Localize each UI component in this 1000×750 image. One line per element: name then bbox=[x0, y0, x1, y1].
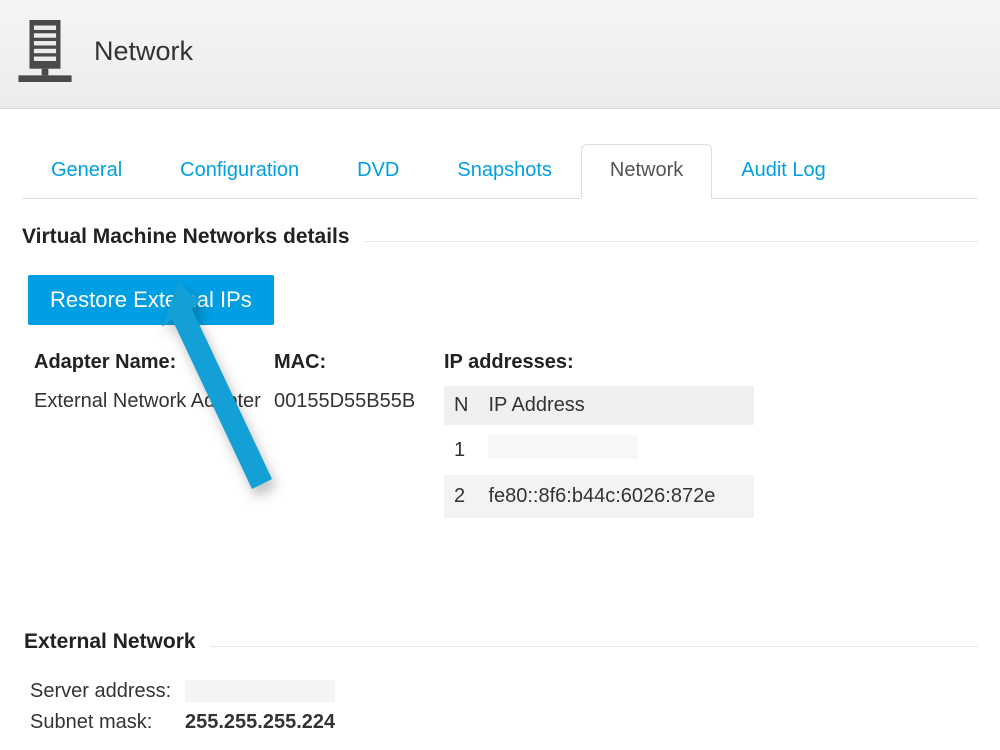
tabs-container: General Configuration DVD Snapshots Netw… bbox=[0, 109, 1000, 199]
ip-table-header-ip: IP Address bbox=[478, 386, 754, 425]
subnet-mask-row: Subnet mask: 255.255.255.224 bbox=[24, 711, 978, 734]
tab-audit-log[interactable]: Audit Log bbox=[712, 144, 855, 199]
tab-bar: General Configuration DVD Snapshots Netw… bbox=[22, 143, 978, 199]
ip-addresses-header: IP addresses: bbox=[444, 351, 754, 386]
section-external-title: External Network bbox=[24, 630, 196, 654]
ip-address-table-wrap: N IP Address 1 2 fe80::8f6:b44c:6026:872… bbox=[444, 386, 754, 518]
tab-general[interactable]: General bbox=[22, 144, 151, 199]
section-rule bbox=[210, 646, 978, 647]
adapter-name-header: Adapter Name: bbox=[34, 351, 274, 386]
ip-row-value bbox=[478, 425, 754, 475]
subnet-mask-value: 255.255.255.224 bbox=[185, 711, 335, 734]
tab-network[interactable]: Network bbox=[581, 144, 712, 199]
table-row: 2 fe80::8f6:b44c:6026:872e bbox=[444, 475, 754, 518]
tab-snapshots[interactable]: Snapshots bbox=[428, 144, 581, 199]
section-external-header: External Network bbox=[24, 630, 978, 654]
page-header: Network bbox=[0, 0, 1000, 109]
ip-row-value: fe80::8f6:b44c:6026:872e bbox=[478, 475, 754, 518]
ip-table-header-index: N bbox=[444, 386, 478, 425]
tab-dvd[interactable]: DVD bbox=[328, 144, 428, 199]
table-row: 1 bbox=[444, 425, 754, 475]
subnet-mask-label: Subnet mask: bbox=[30, 711, 175, 734]
vm-network-details: Adapter Name: MAC: IP addresses: Externa… bbox=[22, 351, 978, 518]
restore-external-ips-button[interactable]: Restore External IPs bbox=[28, 275, 274, 325]
server-address-row: Server address: bbox=[24, 680, 978, 703]
mac-header: MAC: bbox=[274, 351, 444, 386]
server-address-value bbox=[185, 680, 335, 702]
mac-value: 00155D55B55B bbox=[274, 386, 444, 518]
adapter-name-value: External Network Adapter bbox=[34, 386, 274, 518]
server-address-label: Server address: bbox=[30, 680, 175, 703]
section-details-header: Virtual Machine Networks details bbox=[22, 225, 978, 249]
redacted-ip bbox=[488, 435, 638, 459]
ip-row-index: 2 bbox=[444, 475, 478, 518]
external-network-section: External Network Server address: Subnet … bbox=[22, 630, 978, 734]
server-rack-icon bbox=[18, 20, 72, 82]
section-rule bbox=[364, 241, 978, 242]
page-title: Network bbox=[94, 36, 193, 67]
ip-row-index: 1 bbox=[444, 425, 478, 475]
section-details-title: Virtual Machine Networks details bbox=[22, 225, 350, 249]
content-area: Virtual Machine Networks details Restore… bbox=[0, 199, 1000, 734]
ip-address-table: N IP Address 1 2 fe80::8f6:b44c:6026:872… bbox=[444, 386, 754, 518]
tab-configuration[interactable]: Configuration bbox=[151, 144, 328, 199]
